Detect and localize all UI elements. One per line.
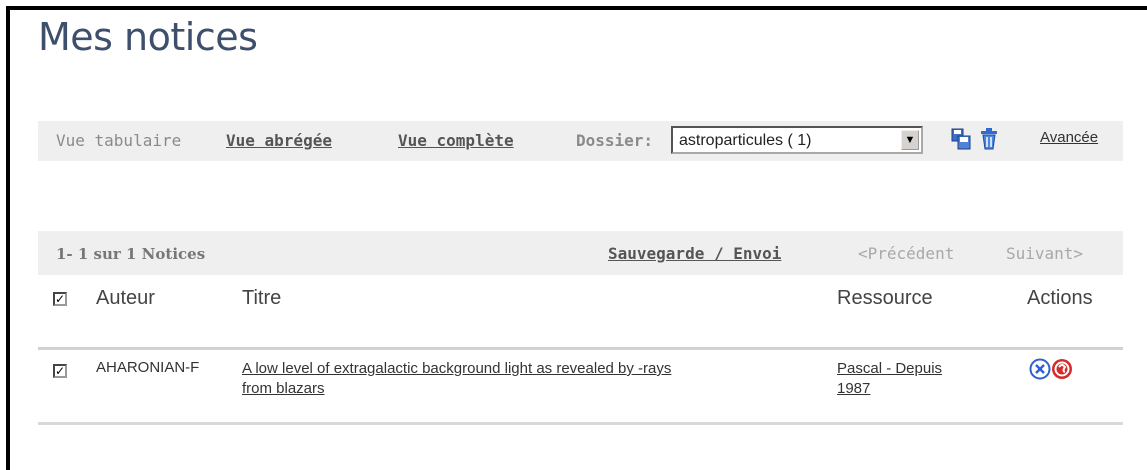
previous-link: <Précédent (858, 244, 955, 263)
row-title[interactable]: A low level of extragalactic background … (242, 359, 671, 399)
select-all-checkbox[interactable]: ✓ (53, 292, 67, 306)
results-bar: 1- 1 sur 1 Notices Sauvegarde / Envoi <P… (38, 231, 1123, 275)
row-author: AHARONIAN-F (96, 359, 200, 376)
folder-select-value: astroparticules ( 1) (679, 132, 812, 149)
row-resource-line1[interactable]: Pascal - Depuis (837, 360, 942, 377)
save-send-link[interactable]: Sauvegarde / Envoi (608, 244, 781, 263)
title-header[interactable]: Titre (242, 287, 281, 310)
remove-circle-icon[interactable] (1029, 358, 1051, 380)
page-title: Mes notices (38, 15, 258, 59)
trash-icon[interactable] (978, 127, 1000, 151)
view-full-link[interactable]: Vue complète (398, 131, 514, 150)
copy-folder-icon[interactable] (950, 127, 972, 151)
view-tabular-label: Vue tabulaire (56, 131, 182, 150)
results-count: 1- 1 sur 1 Notices (56, 245, 206, 263)
row-resource-line2[interactable]: 1987 (837, 380, 870, 397)
view-short-link[interactable]: Vue abrégée (226, 131, 332, 150)
row-resource[interactable]: Pascal - Depuis 1987 (837, 359, 942, 399)
row-title-line1[interactable]: A low level of extragalactic background … (242, 360, 671, 377)
row-checkbox[interactable]: ✓ (53, 364, 67, 378)
folder-label: Dossier: (576, 131, 654, 150)
next-link: Suivant> (1006, 244, 1084, 263)
chevron-down-icon[interactable]: ▼ (901, 130, 919, 150)
sfx-link-icon[interactable] (1051, 358, 1073, 380)
table-header: ✓ Auteur Titre Ressource Actions (38, 277, 1123, 350)
folder-select[interactable]: astroparticules ( 1) ▼ (671, 126, 923, 154)
author-header[interactable]: Auteur (96, 287, 155, 310)
view-toolbar: Vue tabulaire Vue abrégée Vue complète D… (38, 121, 1123, 161)
resource-header[interactable]: Ressource (837, 287, 933, 310)
advanced-link[interactable]: Avancée (1040, 129, 1098, 146)
row-title-line2[interactable]: from blazars (242, 380, 325, 397)
table-row: ✓ AHARONIAN-F A low level of extragalact… (38, 350, 1123, 425)
actions-header: Actions (1027, 287, 1093, 309)
